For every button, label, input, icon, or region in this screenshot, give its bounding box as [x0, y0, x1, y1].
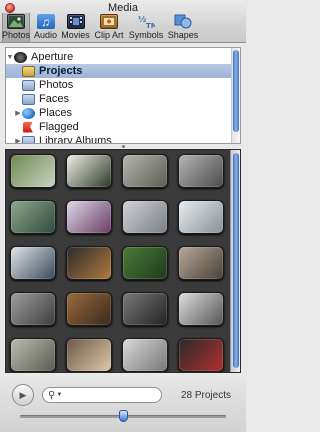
- photo-thumbnail[interactable]: [10, 292, 56, 326]
- photo-thumbnail[interactable]: [122, 200, 168, 234]
- thumbnail-grid: [10, 154, 228, 372]
- photo-thumbnail[interactable]: [66, 200, 112, 234]
- tab-shapes-label: Shapes: [167, 30, 199, 40]
- photo-thumbnail[interactable]: [66, 154, 112, 188]
- photos-icon: [7, 14, 25, 29]
- tab-photos-label: Photos: [1, 30, 31, 40]
- photo-thumbnail[interactable]: [178, 292, 224, 326]
- browser-scrollbar[interactable]: [230, 150, 240, 372]
- source-item-library-albums[interactable]: ▶ Library Albums: [6, 134, 232, 144]
- source-list-scroll-thumb[interactable]: [233, 50, 239, 132]
- photo-thumbnail[interactable]: [122, 292, 168, 326]
- source-item-label: Places: [39, 107, 73, 119]
- disclosure-collapsed-icon[interactable]: ▶: [14, 137, 22, 143]
- projects-icon: [22, 65, 35, 77]
- tab-clip-art[interactable]: Clip Art: [91, 13, 127, 42]
- photo-thumbnail[interactable]: [122, 246, 168, 280]
- tab-audio[interactable]: ♫ Audio: [31, 13, 60, 42]
- tab-movies[interactable]: Movies: [61, 13, 90, 42]
- source-item-projects[interactable]: Projects: [6, 64, 232, 78]
- photo-thumbnail[interactable]: [66, 246, 112, 280]
- source-list-scrollbar[interactable]: [231, 48, 240, 143]
- source-item-label: Aperture: [31, 51, 74, 63]
- tab-photos[interactable]: Photos: [2, 13, 30, 42]
- photo-thumbnail[interactable]: [178, 338, 224, 372]
- project-count: 28 Projects: [180, 390, 231, 401]
- play-button[interactable]: ▶: [12, 384, 34, 406]
- tab-movies-label: Movies: [61, 30, 90, 40]
- photo-thumbnail[interactable]: [66, 292, 112, 326]
- photo-thumbnail[interactable]: [10, 200, 56, 234]
- media-type-toolbar: Photos ♫ Audio Movies Clip Art ½ TM Symbo…: [2, 13, 202, 43]
- search-icon: ⚲: [48, 389, 56, 401]
- photo-thumbnail[interactable]: [66, 338, 112, 372]
- source-item-photos[interactable]: Photos: [6, 78, 232, 92]
- bottom-bar: ▶ ⚲ ▼ 28 Projects: [0, 376, 246, 432]
- faces-icon: [22, 93, 35, 105]
- slider-knob[interactable]: [118, 410, 128, 422]
- photo-thumbnail[interactable]: [178, 200, 224, 234]
- disclosure-expanded-icon[interactable]: ▼: [6, 54, 14, 61]
- shapes-icon: [174, 14, 192, 29]
- photos-album-icon: [22, 79, 35, 91]
- source-item-faces[interactable]: Faces: [6, 92, 232, 106]
- tab-symbols[interactable]: ½ TM Symbols: [128, 13, 164, 42]
- places-icon: [22, 107, 35, 119]
- photo-thumbnail[interactable]: [10, 246, 56, 280]
- flag-icon: [23, 121, 33, 133]
- tab-audio-label: Audio: [33, 30, 58, 40]
- svg-text:TM: TM: [146, 22, 155, 29]
- source-item-label: Library Albums: [39, 135, 112, 144]
- tab-clip-art-label: Clip Art: [94, 30, 124, 40]
- tab-symbols-label: Symbols: [128, 30, 164, 40]
- photo-thumbnail[interactable]: [122, 338, 168, 372]
- source-item-label: Photos: [39, 79, 74, 91]
- source-item-label: Faces: [39, 93, 69, 105]
- disclosure-collapsed-icon[interactable]: ▶: [14, 109, 22, 117]
- audio-icon: ♫: [36, 14, 55, 29]
- photo-thumbnail[interactable]: [122, 154, 168, 188]
- tab-shapes[interactable]: Shapes: [165, 13, 201, 42]
- search-input[interactable]: [65, 389, 161, 401]
- library-albums-icon: [22, 135, 35, 143]
- movies-icon: [66, 14, 85, 29]
- splitter-grip-icon: [121, 145, 125, 148]
- source-item-flagged[interactable]: Flagged: [6, 120, 232, 134]
- photo-thumbnail[interactable]: [178, 246, 224, 280]
- search-field[interactable]: ⚲ ▼: [42, 387, 162, 403]
- photo-thumbnail[interactable]: [10, 338, 56, 372]
- source-item-label: Projects: [39, 65, 83, 77]
- source-item-places[interactable]: ▶ Places: [6, 106, 232, 120]
- source-item-label: Flagged: [39, 121, 79, 133]
- media-browser: [5, 149, 241, 373]
- source-list: ▼ Aperture Projects Photos Faces ▶ Place…: [5, 47, 241, 144]
- aperture-icon: [14, 51, 27, 63]
- symbols-icon: ½ TM: [137, 14, 155, 29]
- clipart-icon: [100, 14, 118, 29]
- photo-thumbnail[interactable]: [178, 154, 224, 188]
- chevron-down-icon[interactable]: ▼: [56, 392, 62, 398]
- play-icon: ▶: [19, 389, 27, 400]
- source-item-aperture[interactable]: ▼ Aperture: [6, 50, 232, 64]
- browser-scroll-thumb[interactable]: [233, 153, 239, 368]
- window-chrome: Media Photos ♫ Audio Movies Clip Art ½ T…: [0, 0, 246, 43]
- photo-thumbnail[interactable]: [10, 154, 56, 188]
